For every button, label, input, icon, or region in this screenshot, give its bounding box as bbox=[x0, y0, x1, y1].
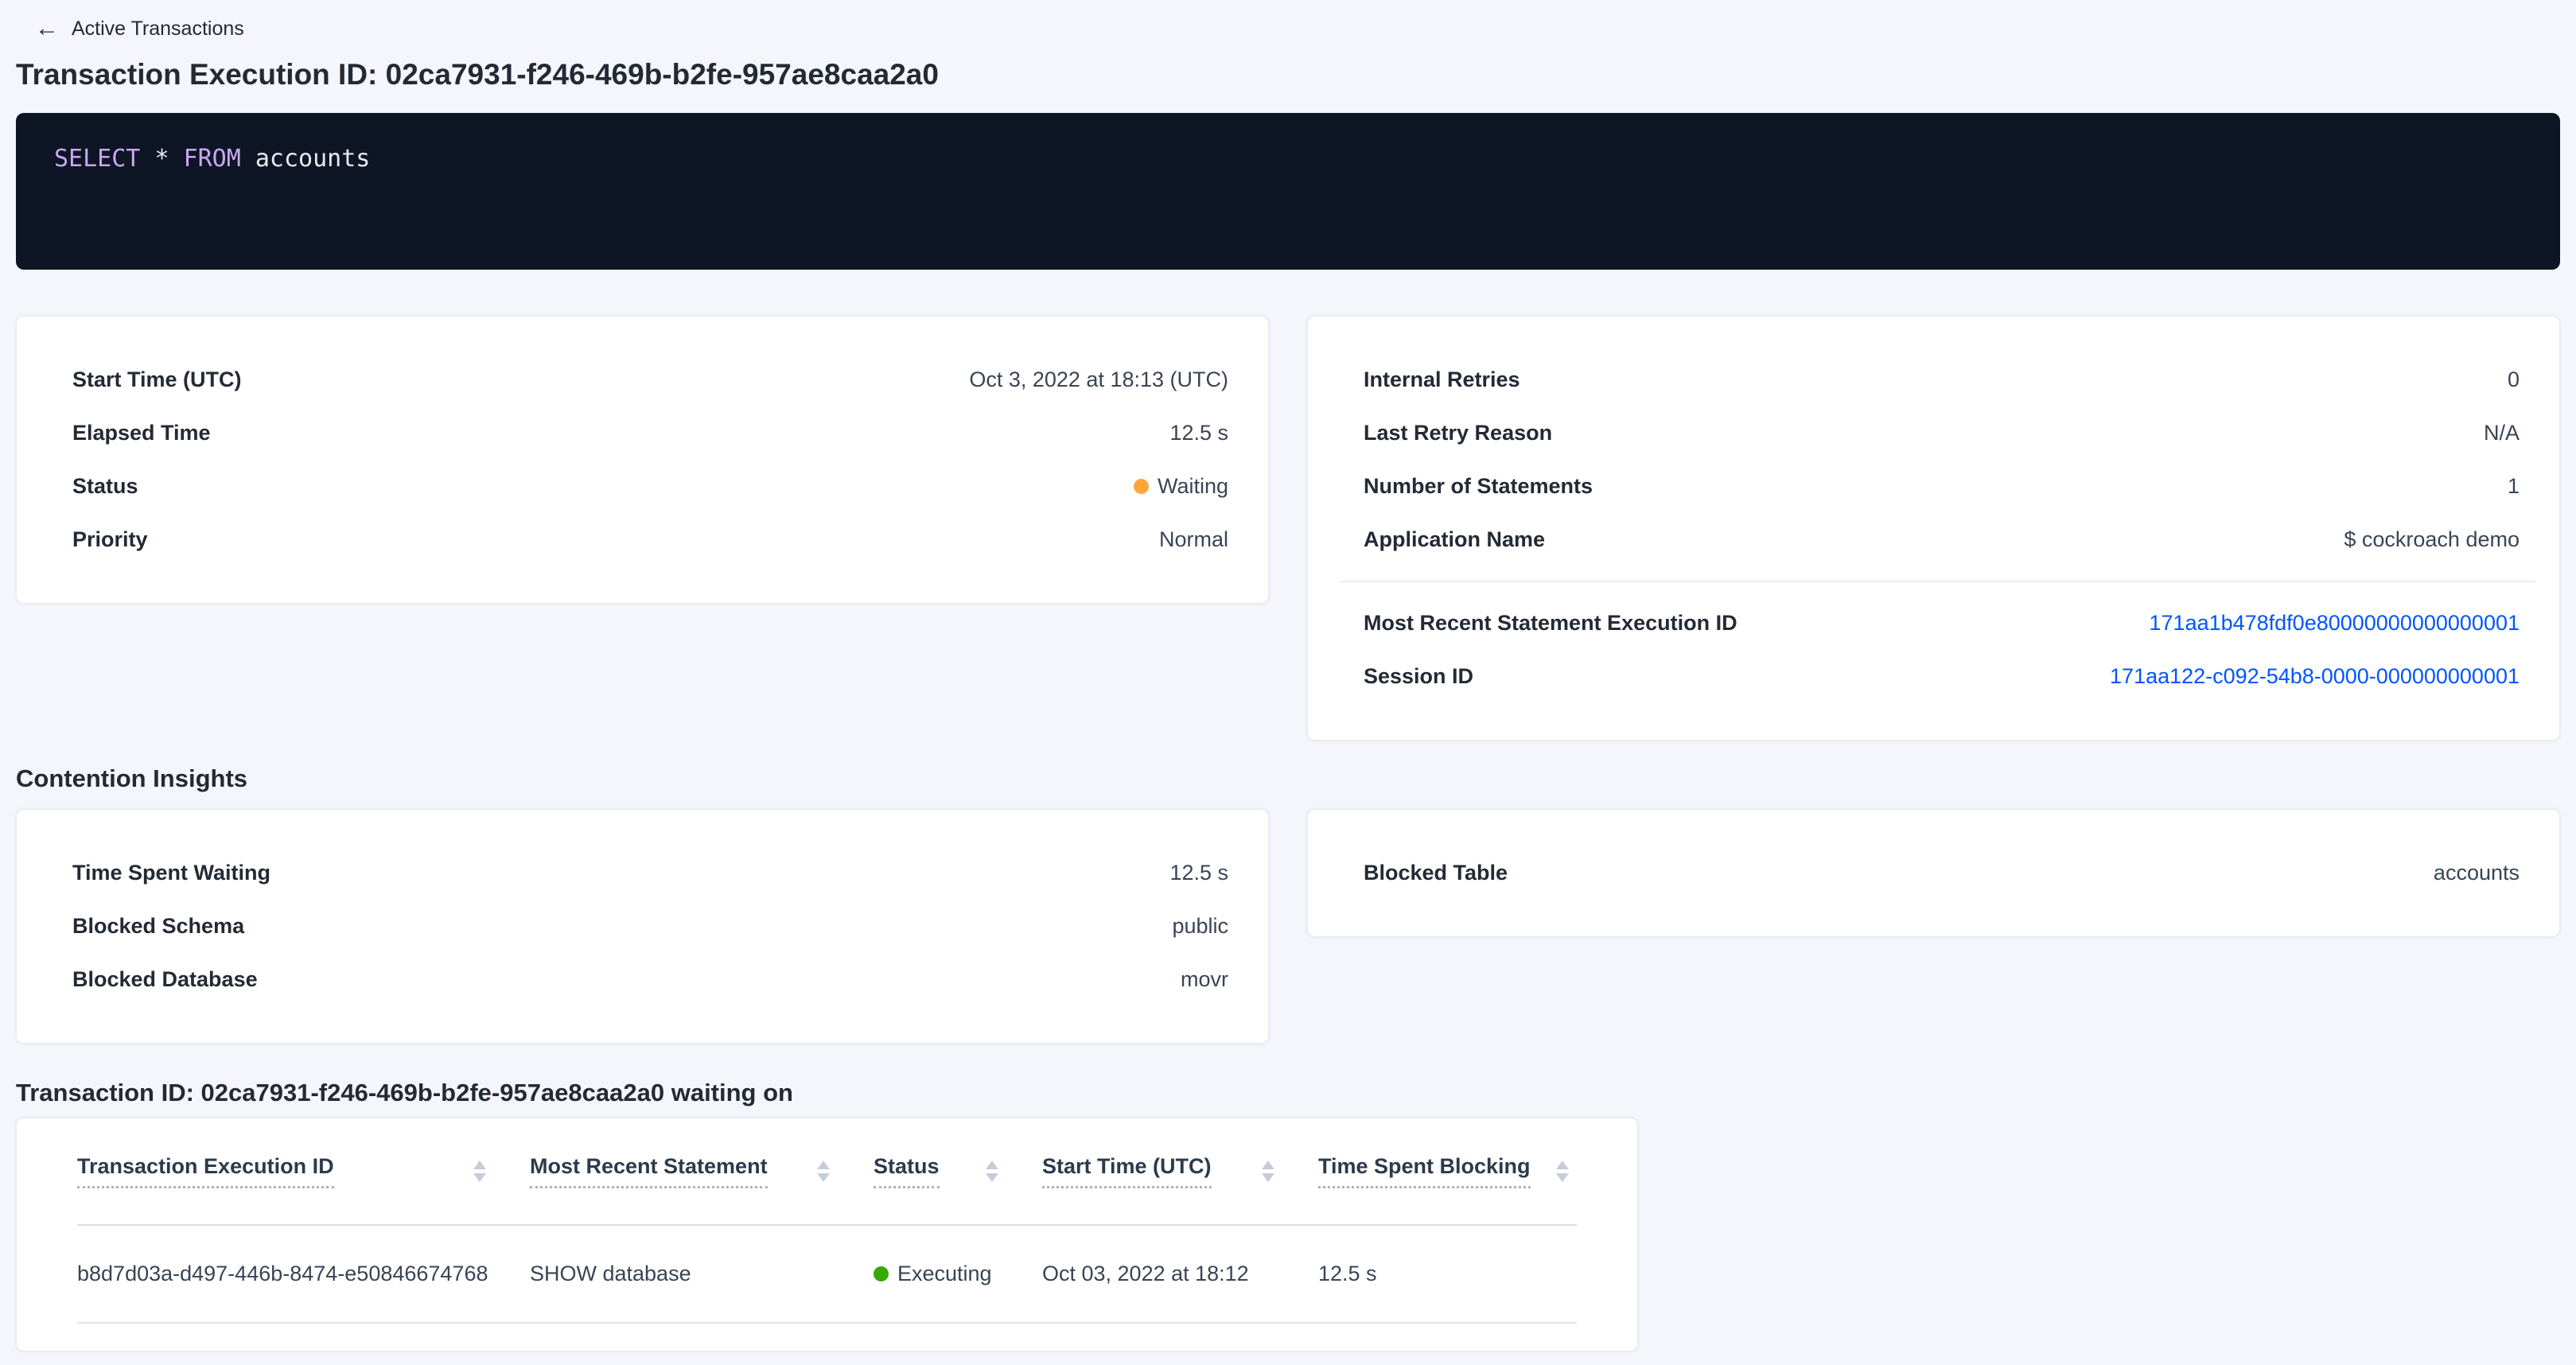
sql-keyword-from: FROM bbox=[184, 145, 241, 173]
column-header-start-time[interactable]: Start Time (UTC) bbox=[1042, 1154, 1318, 1188]
card-divider bbox=[1340, 581, 2535, 582]
sql-keyword-select: SELECT bbox=[54, 145, 140, 173]
statement-execution-id-label: Most Recent Statement Execution ID bbox=[1364, 611, 1737, 636]
time-spent-waiting-value: 12.5 s bbox=[1169, 861, 1228, 885]
back-arrow-icon: ← bbox=[35, 17, 59, 41]
page-title: Transaction Execution ID: 02ca7931-f246-… bbox=[16, 57, 2560, 92]
contention-right-card: Blocked Table accounts bbox=[1307, 809, 2560, 937]
sort-icon bbox=[473, 1161, 486, 1182]
executing-status-dot-icon bbox=[874, 1266, 889, 1281]
cell-status: Executing bbox=[874, 1262, 1042, 1286]
sort-icon bbox=[817, 1161, 830, 1182]
session-id-label: Session ID bbox=[1364, 664, 1473, 689]
blocked-table-label: Blocked Table bbox=[1364, 861, 1508, 885]
number-of-statements-value: 1 bbox=[2508, 474, 2520, 499]
cell-transaction-execution-id: b8d7d03a-d497-446b-8474-e50846674768 bbox=[77, 1262, 530, 1286]
waiting-status-dot-icon bbox=[1134, 479, 1149, 494]
back-link-active-transactions[interactable]: ← Active Transactions bbox=[35, 11, 244, 46]
column-header-status[interactable]: Status bbox=[874, 1154, 1042, 1188]
cell-time-spent-blocking: 12.5 s bbox=[1318, 1262, 1577, 1286]
contention-insights-heading: Contention Insights bbox=[16, 764, 2560, 793]
column-header-transaction-execution-id[interactable]: Transaction Execution ID bbox=[77, 1154, 530, 1188]
overview-left-card: Start Time (UTC) Oct 3, 2022 at 18:13 (U… bbox=[16, 316, 1269, 604]
number-of-statements-label: Number of Statements bbox=[1364, 474, 1593, 499]
overview-right-card: Internal Retries 0 Last Retry Reason N/A… bbox=[1307, 316, 2560, 741]
blocked-database-row: Blocked Database movr bbox=[72, 953, 1228, 1006]
elapsed-time-label: Elapsed Time bbox=[72, 421, 211, 445]
blocked-schema-value: public bbox=[1172, 914, 1228, 939]
session-id-link[interactable]: 171aa122-c092-54b8-0000-000000000001 bbox=[2110, 664, 2520, 689]
blocked-table-value: accounts bbox=[2434, 861, 2520, 885]
contention-left-card: Time Spent Waiting 12.5 s Blocked Schema… bbox=[16, 809, 1269, 1044]
status-label: Status bbox=[72, 474, 138, 499]
blocked-schema-label: Blocked Schema bbox=[72, 914, 244, 939]
internal-retries-label: Internal Retries bbox=[1364, 368, 1520, 392]
waiting-on-heading: Transaction ID: 02ca7931-f246-469b-b2fe-… bbox=[16, 1078, 2560, 1108]
number-of-statements-row: Number of Statements 1 bbox=[1364, 460, 2520, 513]
cell-start-time: Oct 03, 2022 at 18:12 bbox=[1042, 1262, 1318, 1286]
blocked-database-value: movr bbox=[1181, 967, 1228, 992]
priority-value: Normal bbox=[1159, 527, 1228, 552]
internal-retries-row: Internal Retries 0 bbox=[1364, 353, 2520, 406]
blocked-database-label: Blocked Database bbox=[72, 967, 258, 992]
time-spent-waiting-label: Time Spent Waiting bbox=[72, 861, 270, 885]
sql-star: * bbox=[154, 145, 169, 173]
sort-icon bbox=[986, 1161, 998, 1182]
internal-retries-value: 0 bbox=[2508, 368, 2520, 392]
priority-label: Priority bbox=[72, 527, 148, 552]
elapsed-time-row: Elapsed Time 12.5 s bbox=[72, 406, 1228, 460]
column-header-most-recent-statement[interactable]: Most Recent Statement bbox=[530, 1154, 874, 1188]
table-header-row: Transaction Execution ID Most Recent Sta… bbox=[77, 1118, 1577, 1226]
elapsed-time-value: 12.5 s bbox=[1169, 421, 1228, 445]
statement-execution-id-row: Most Recent Statement Execution ID 171aa… bbox=[1364, 597, 2520, 650]
status-value: Waiting bbox=[1134, 474, 1228, 499]
sort-icon bbox=[1556, 1161, 1569, 1182]
cell-most-recent-statement: SHOW database bbox=[530, 1262, 874, 1286]
start-time-row: Start Time (UTC) Oct 3, 2022 at 18:13 (U… bbox=[72, 353, 1228, 406]
waiting-on-table: Transaction Execution ID Most Recent Sta… bbox=[16, 1118, 1638, 1351]
priority-row: Priority Normal bbox=[72, 513, 1228, 566]
last-retry-reason-row: Last Retry Reason N/A bbox=[1364, 406, 2520, 460]
transaction-details-page: ← Active Transactions Transaction Execut… bbox=[0, 0, 2576, 1351]
time-spent-waiting-row: Time Spent Waiting 12.5 s bbox=[72, 846, 1228, 900]
statement-execution-id-link[interactable]: 171aa1b478fdf0e80000000000000001 bbox=[2150, 611, 2520, 636]
application-name-row: Application Name $ cockroach demo bbox=[1364, 513, 2520, 566]
contention-cards-row: Time Spent Waiting 12.5 s Blocked Schema… bbox=[16, 809, 2560, 1044]
overview-cards-row: Start Time (UTC) Oct 3, 2022 at 18:13 (U… bbox=[16, 316, 2560, 741]
session-id-row: Session ID 171aa122-c092-54b8-0000-00000… bbox=[1364, 650, 2520, 703]
sort-icon bbox=[1262, 1161, 1274, 1182]
application-name-label: Application Name bbox=[1364, 527, 1545, 552]
start-time-label: Start Time (UTC) bbox=[72, 368, 242, 392]
column-header-time-spent-blocking[interactable]: Time Spent Blocking bbox=[1318, 1154, 1577, 1188]
last-retry-reason-value: N/A bbox=[2484, 421, 2520, 445]
status-row: Status Waiting bbox=[72, 460, 1228, 513]
breadcrumb-label: Active Transactions bbox=[72, 18, 244, 41]
sql-table-name: accounts bbox=[255, 145, 371, 173]
blocked-table-row: Blocked Table accounts bbox=[1364, 846, 2520, 900]
application-name-value: $ cockroach demo bbox=[2344, 527, 2520, 552]
last-retry-reason-label: Last Retry Reason bbox=[1364, 421, 1552, 445]
start-time-value: Oct 3, 2022 at 18:13 (UTC) bbox=[969, 368, 1228, 392]
blocked-schema-row: Blocked Schema public bbox=[72, 900, 1228, 953]
table-row: b8d7d03a-d497-446b-8474-e50846674768 SHO… bbox=[77, 1226, 1577, 1324]
sql-statement-box: SELECT * FROM accounts bbox=[16, 113, 2560, 270]
